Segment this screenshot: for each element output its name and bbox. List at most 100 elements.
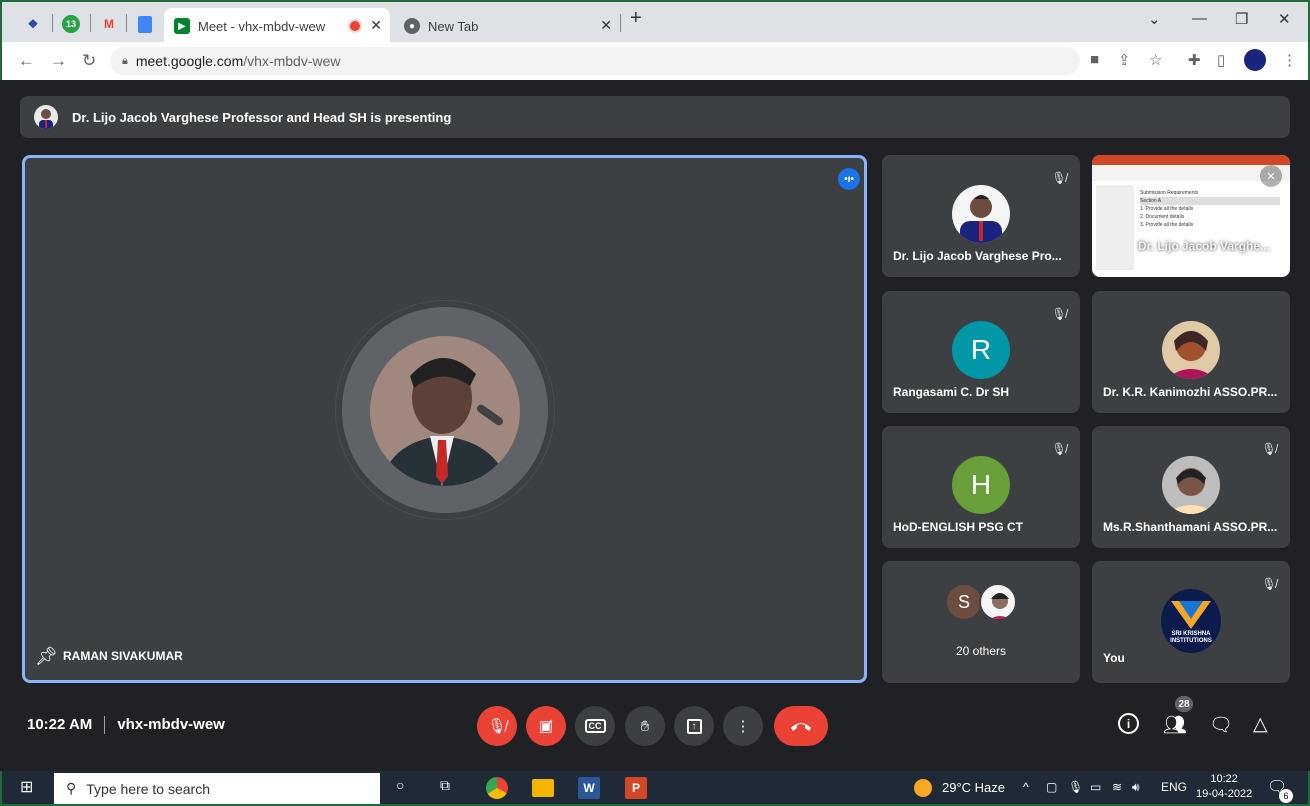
clock-time: 10:22 <box>1210 773 1238 785</box>
presenting-text: Dr. Lijo Jacob Varghese Professor and He… <box>72 109 452 125</box>
participant-name: Dr. Lijo Jacob Varghe... <box>1138 239 1271 253</box>
close-tab-icon[interactable]: ✕ <box>600 17 612 34</box>
taskbar-search-box[interactable]: ⚲ Type here to search <box>54 773 380 804</box>
chrome-icon: ● <box>404 18 420 34</box>
close-tab-icon[interactable]: ✕ <box>370 17 382 34</box>
camera-in-use-icon[interactable]: ■ <box>1090 51 1099 68</box>
weather-text[interactable]: 29°C Haze <box>942 780 1005 795</box>
slide-thumbnails <box>1096 185 1134 270</box>
browser-toolbar: ← → ↻ 🔒︎ meet.google.com/vhx-mbdv-wew ■ … <box>0 42 1310 80</box>
chat-icon[interactable]: 🗨︎ <box>1209 713 1233 737</box>
mic-off-icon: 🎙︎̸ <box>1261 442 1277 456</box>
word-icon[interactable]: W <box>578 777 600 799</box>
back-icon[interactable]: ← <box>18 51 35 71</box>
close-window-icon[interactable]: ✕ <box>1278 10 1291 28</box>
mic-off-icon: 🎙︎̸ <box>1051 442 1067 456</box>
address-bar[interactable]: 🔒︎ meet.google.com/vhx-mbdv-wew <box>110 47 1080 75</box>
others-tile[interactable]: S 20 others <box>882 561 1080 683</box>
file-explorer-icon[interactable] <box>532 779 554 797</box>
restore-icon[interactable]: ❐ <box>1235 10 1248 28</box>
tab-label: New Tab <box>428 18 479 34</box>
camera-toggle-button[interactable]: ▣̸ <box>526 706 566 746</box>
minimize-icon[interactable]: — <box>1192 10 1207 27</box>
self-name: You <box>1103 651 1125 665</box>
phone-hangup-icon <box>791 723 811 731</box>
pinned-tab-badge: 13 <box>62 15 80 33</box>
chrome-taskbar-icon[interactable] <box>486 777 508 799</box>
more-vert-icon: ⋮ <box>735 718 751 735</box>
wifi-icon[interactable]: ≋ <box>1112 780 1122 794</box>
meeting-code: vhx-mbdv-wew <box>117 716 225 733</box>
clock-date: 19-04-2022 <box>1196 788 1253 800</box>
raise-hand-button[interactable]: ✋︎ <box>625 706 665 746</box>
people-icon[interactable]: 👥︎ <box>1163 713 1187 737</box>
windows-taskbar: ⊞ ⚲ Type here to search ○ ⧉ W P 29°C Haz… <box>0 771 1310 806</box>
meeting-details-info-icon[interactable]: i <box>1118 713 1139 734</box>
tab-new-tab[interactable]: ● New Tab ✕ <box>394 8 620 44</box>
profile-avatar[interactable] <box>1244 49 1266 71</box>
slide-ribbon <box>1092 155 1290 165</box>
tab-meet[interactable]: ▶ Meet - vhx-mbdv-wew ✕ <box>164 8 390 44</box>
lock-icon: 🔒︎ <box>122 54 128 67</box>
side-panel-icon[interactable]: ▯ <box>1217 51 1225 69</box>
taskbar-clock[interactable]: 10:22 19-04-2022 <box>1196 772 1252 802</box>
mic-off-icon: 🎙︎̸ <box>1051 307 1067 321</box>
raise-hand-icon: ✋︎ <box>640 717 650 735</box>
participant-tile[interactable]: 🎙︎̸ Dr. Lijo Jacob Varghese Pro... <box>882 155 1080 277</box>
battery-icon[interactable]: ▭ <box>1090 780 1101 794</box>
gmail-icon[interactable]: M <box>96 11 122 37</box>
leave-call-button[interactable] <box>774 706 828 746</box>
new-tab-icon[interactable]: + <box>630 7 642 30</box>
activities-icon[interactable]: △ <box>1253 713 1268 736</box>
pinned-tab-icon-2[interactable]: 13 <box>58 11 84 37</box>
present-button[interactable]: ↑ <box>674 706 714 746</box>
participant-name: Ms.R.Shanthamani ASSO.PR... <box>1103 520 1278 534</box>
url-path: /vhx-mbdv-wew <box>243 53 341 69</box>
present-screen-icon: ↑ <box>686 718 702 734</box>
powerpoint-icon[interactable]: P <box>625 777 647 799</box>
input-language[interactable]: ENG <box>1161 780 1187 794</box>
pinned-tab-icon-1[interactable]: ❖ <box>20 11 46 37</box>
microphone-tray-icon[interactable]: 🎙︎ <box>1068 780 1083 794</box>
participant-count-badge: 28 <box>1175 696 1193 712</box>
others-count: 20 others <box>955 644 1007 658</box>
more-options-button[interactable]: ⋮ <box>723 706 763 746</box>
screen: ❖ 13 M ▶ Meet - vhx-mbdv-wew ✕ ● New Tab… <box>0 0 1310 806</box>
weather-icon[interactable] <box>914 779 932 797</box>
docs-icon[interactable] <box>132 11 158 37</box>
institution-logo: SRI KRISHNA INSTITUTIONS <box>1161 589 1221 653</box>
search-placeholder: Type here to search <box>86 780 211 797</box>
self-tile[interactable]: 🎙︎̸ SRI KRISHNA INSTITUTIONS You <box>1092 561 1290 683</box>
volume-icon[interactable]: 🔊︎ <box>1132 780 1140 795</box>
participant-tile[interactable]: 🎙︎̸ Ms.R.Shanthamani ASSO.PR... <box>1092 426 1290 548</box>
main-speaker-name: RAMAN SIVAKUMAR <box>63 649 183 663</box>
pin-icon[interactable]: 📌︎ <box>35 646 58 667</box>
tab-search-icon[interactable]: ⌄ <box>1148 10 1161 28</box>
bookmark-star-icon[interactable]: ☆ <box>1149 51 1162 69</box>
captions-button[interactable]: CC <box>575 706 615 746</box>
cortana-icon[interactable]: ○ <box>396 777 404 793</box>
main-speaker-tile[interactable]: •ı• 📌︎ RAMAN SIVAKUMAR <box>22 155 867 683</box>
meeting-info: 10:22 AM vhx-mbdv-wew <box>27 716 225 735</box>
share-icon[interactable]: ⇪ <box>1118 51 1131 69</box>
meeting-time: 10:22 AM <box>27 716 93 733</box>
menu-kebab-icon[interactable]: ⋮ <box>1282 51 1297 69</box>
extensions-icon[interactable]: ✚ <box>1188 51 1201 69</box>
participant-tile[interactable]: 🎙︎̸ H HoD-ENGLISH PSG CT <box>882 426 1080 548</box>
show-hidden-icons-icon[interactable]: ^ <box>1023 780 1029 794</box>
tab-separator <box>52 14 53 32</box>
participant-tile[interactable]: Dr. K.R. Kanimozhi ASSO.PR... <box>1092 291 1290 413</box>
meet-tray-icon[interactable]: ▢ <box>1046 780 1057 794</box>
windows-start-icon[interactable]: ⊞ <box>20 777 33 797</box>
task-view-icon[interactable]: ⧉ <box>440 777 450 794</box>
mic-toggle-button[interactable]: 🎙︎̸ <box>477 706 517 746</box>
participant-name: Dr. K.R. Kanimozhi ASSO.PR... <box>1103 385 1278 399</box>
meet-icon: ▶ <box>174 18 190 34</box>
participant-avatar <box>979 583 1017 621</box>
screen-share-tile[interactable]: Submission Requirements Section A 1. Pro… <box>1092 155 1290 277</box>
reload-icon[interactable]: ↻ <box>82 51 96 71</box>
captions-icon: CC <box>584 719 606 733</box>
forward-icon[interactable]: → <box>50 51 67 71</box>
participant-tile[interactable]: 🎙︎̸ R Rangasami C. Dr SH <box>882 291 1080 413</box>
search-icon: ⚲ <box>66 780 77 796</box>
